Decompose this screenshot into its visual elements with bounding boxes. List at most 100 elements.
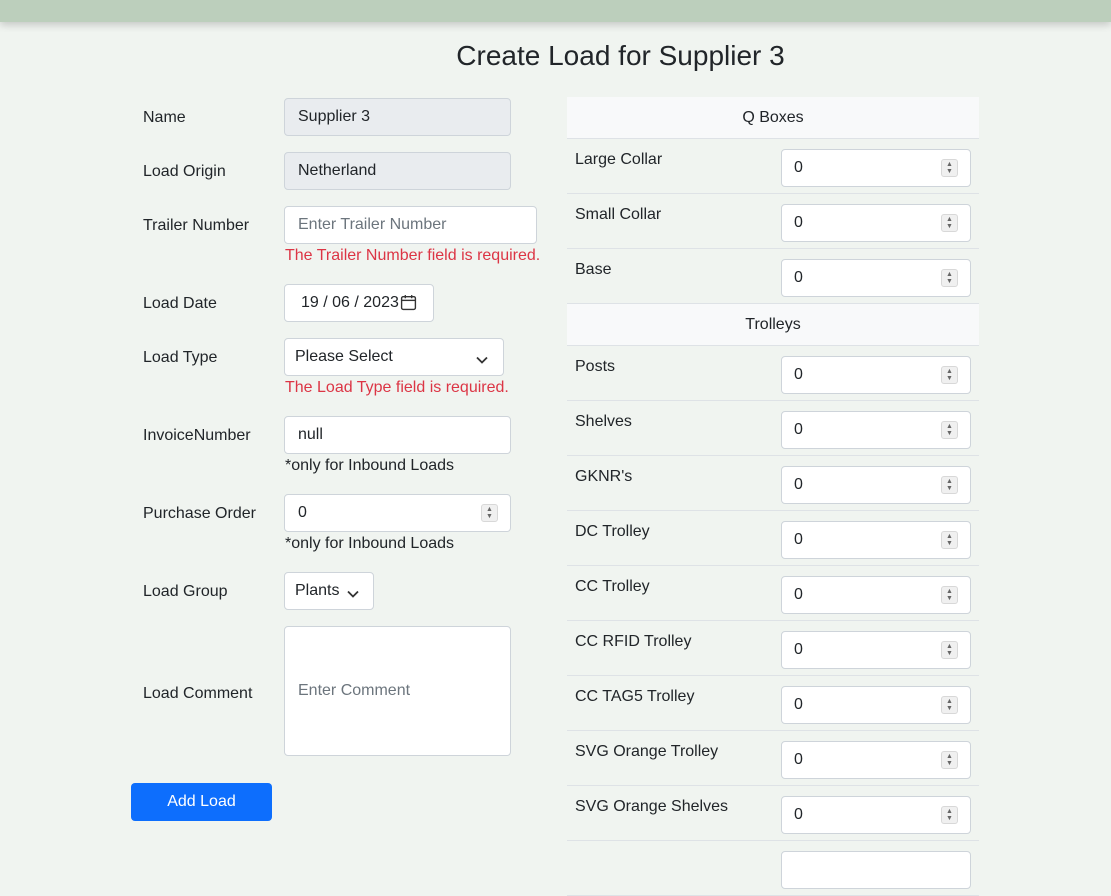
table-row: CC Trolley 0 ▲ ▼ bbox=[567, 566, 979, 621]
origin-value: Netherland bbox=[298, 162, 377, 179]
row-value: 0 bbox=[794, 159, 803, 176]
invoice-hint: *only for Inbound Loads bbox=[285, 457, 455, 474]
name-value: Supplier 3 bbox=[298, 108, 371, 125]
add-load-button[interactable]: Add Load bbox=[131, 783, 272, 821]
spinner-icon[interactable]: ▲ ▼ bbox=[941, 586, 958, 604]
spinner-icon[interactable]: ▲ ▼ bbox=[941, 366, 958, 384]
table-row: CC TAG5 Trolley 0 ▲ ▼ bbox=[567, 676, 979, 731]
page-title: Create Load for Supplier 3 bbox=[456, 40, 785, 71]
spinner-icon[interactable]: ▲ ▼ bbox=[481, 504, 498, 522]
top-navbar bbox=[0, 0, 1111, 22]
group-label: Load Group bbox=[143, 583, 228, 600]
cc-tag5-trolley-input[interactable]: 0 ▲ ▼ bbox=[781, 686, 971, 724]
spinner-icon[interactable]: ▲ ▼ bbox=[941, 696, 958, 714]
spinner-icon[interactable]: ▲ ▼ bbox=[941, 531, 958, 549]
po-label: Purchase Order bbox=[143, 505, 256, 522]
row-value: 0 bbox=[794, 806, 803, 823]
spinner-icon[interactable]: ▲ ▼ bbox=[941, 476, 958, 494]
type-error: The Load Type field is required. bbox=[285, 379, 509, 396]
spinner-icon[interactable]: ▲ ▼ bbox=[941, 159, 958, 177]
table-row: SVG Orange Trolley 0 ▲ ▼ bbox=[567, 731, 979, 786]
svg-orange-trolley-input[interactable]: 0 ▲ ▼ bbox=[781, 741, 971, 779]
shelves-input[interactable]: 0 ▲ ▼ bbox=[781, 411, 971, 449]
table-row: SVG Orange Shelves 0 ▲ ▼ bbox=[567, 786, 979, 841]
chevron-down-icon bbox=[476, 352, 488, 370]
comment-label: Load Comment bbox=[143, 685, 253, 702]
row-value: 0 bbox=[794, 641, 803, 658]
row-label: Posts bbox=[575, 358, 616, 375]
q-boxes-header-label: Q Boxes bbox=[742, 108, 804, 126]
group-value: Plants bbox=[295, 582, 340, 599]
po-hint: *only for Inbound Loads bbox=[285, 535, 455, 552]
type-label: Load Type bbox=[143, 349, 218, 366]
table-row: CC RFID Trolley 0 ▲ ▼ bbox=[567, 621, 979, 676]
invoice-label: InvoiceNumber bbox=[143, 427, 251, 444]
table-row: Large Collar 0 ▲ ▼ bbox=[567, 139, 979, 194]
load-group-select[interactable]: Plants bbox=[284, 572, 374, 610]
next-row-input[interactable] bbox=[781, 851, 971, 889]
row-label: SVG Orange Trolley bbox=[575, 743, 719, 760]
purchase-order-input[interactable]: 0 ▲ ▼ bbox=[284, 494, 511, 532]
row-label: Base bbox=[575, 261, 612, 278]
name-label: Name bbox=[143, 109, 186, 126]
row-label: CC Trolley bbox=[575, 578, 650, 595]
trailer-placeholder: Enter Trailer Number bbox=[298, 216, 447, 233]
row-label: Shelves bbox=[575, 413, 632, 430]
row-value: 0 bbox=[794, 751, 803, 768]
small-collar-input[interactable]: 0 ▲ ▼ bbox=[781, 204, 971, 242]
trailer-label: Trailer Number bbox=[143, 217, 250, 234]
date-value: 19 / 06 / 2023 bbox=[301, 294, 399, 311]
chevron-down-icon bbox=[347, 586, 359, 604]
cc-rfid-trolley-input[interactable]: 0 ▲ ▼ bbox=[781, 631, 971, 669]
row-value: 0 bbox=[794, 214, 803, 231]
invoice-value: null bbox=[298, 426, 323, 443]
trolleys-header: Trolleys bbox=[567, 304, 979, 346]
table-row: Base 0 ▲ ▼ bbox=[567, 249, 979, 304]
svg-orange-shelves-input[interactable]: 0 ▲ ▼ bbox=[781, 796, 971, 834]
spinner-icon[interactable]: ▲ ▼ bbox=[941, 214, 958, 232]
trolleys-header-label: Trolleys bbox=[745, 315, 801, 333]
row-label: CC RFID Trolley bbox=[575, 633, 692, 650]
spinner-icon[interactable]: ▲ ▼ bbox=[941, 421, 958, 439]
row-label: GKNR's bbox=[575, 468, 633, 485]
table-row: Small Collar 0 ▲ ▼ bbox=[567, 194, 979, 249]
row-label: Small Collar bbox=[575, 206, 662, 223]
row-label: SVG Orange Shelves bbox=[575, 798, 728, 815]
posts-input[interactable]: 0 ▲ ▼ bbox=[781, 356, 971, 394]
row-value: 0 bbox=[794, 531, 803, 548]
date-label: Load Date bbox=[143, 295, 217, 312]
gknrs-input[interactable]: 0 ▲ ▼ bbox=[781, 466, 971, 504]
row-label: CC TAG5 Trolley bbox=[575, 688, 695, 705]
type-value: Please Select bbox=[295, 348, 393, 365]
invoice-number-input[interactable]: null bbox=[284, 416, 511, 454]
comment-placeholder: Enter Comment bbox=[298, 682, 411, 699]
origin-label: Load Origin bbox=[143, 163, 226, 180]
spinner-icon[interactable]: ▲ ▼ bbox=[941, 751, 958, 769]
calendar-icon[interactable] bbox=[400, 294, 417, 316]
table-row: GKNR's 0 ▲ ▼ bbox=[567, 456, 979, 511]
dc-trolley-input[interactable]: 0 ▲ ▼ bbox=[781, 521, 971, 559]
load-type-select[interactable]: Please Select bbox=[284, 338, 504, 376]
row-label: DC Trolley bbox=[575, 523, 650, 540]
name-field: Supplier 3 bbox=[284, 98, 511, 136]
base-input[interactable]: 0 ▲ ▼ bbox=[781, 259, 971, 297]
table-row: Posts 0 ▲ ▼ bbox=[567, 346, 979, 401]
po-value: 0 bbox=[298, 504, 307, 521]
cc-trolley-input[interactable]: 0 ▲ ▼ bbox=[781, 576, 971, 614]
spinner-icon[interactable]: ▲ ▼ bbox=[941, 806, 958, 824]
row-value: 0 bbox=[794, 269, 803, 286]
row-value: 0 bbox=[794, 586, 803, 603]
row-label: Large Collar bbox=[575, 151, 663, 168]
equipment-table: Q Boxes Large Collar 0 ▲ ▼ Small Collar 0… bbox=[567, 97, 979, 896]
trailer-number-input[interactable]: Enter Trailer Number bbox=[284, 206, 537, 244]
load-comment-textarea[interactable]: Enter Comment bbox=[284, 626, 511, 756]
row-value: 0 bbox=[794, 366, 803, 383]
q-boxes-header: Q Boxes bbox=[567, 97, 979, 139]
spinner-icon[interactable]: ▲ ▼ bbox=[941, 269, 958, 287]
large-collar-input[interactable]: 0 ▲ ▼ bbox=[781, 149, 971, 187]
spinner-icon[interactable]: ▲ ▼ bbox=[941, 641, 958, 659]
origin-field: Netherland bbox=[284, 152, 511, 190]
table-row: DC Trolley 0 ▲ ▼ bbox=[567, 511, 979, 566]
load-date-input[interactable]: 19 / 06 / 2023 bbox=[284, 284, 434, 322]
row-value: 0 bbox=[794, 476, 803, 493]
